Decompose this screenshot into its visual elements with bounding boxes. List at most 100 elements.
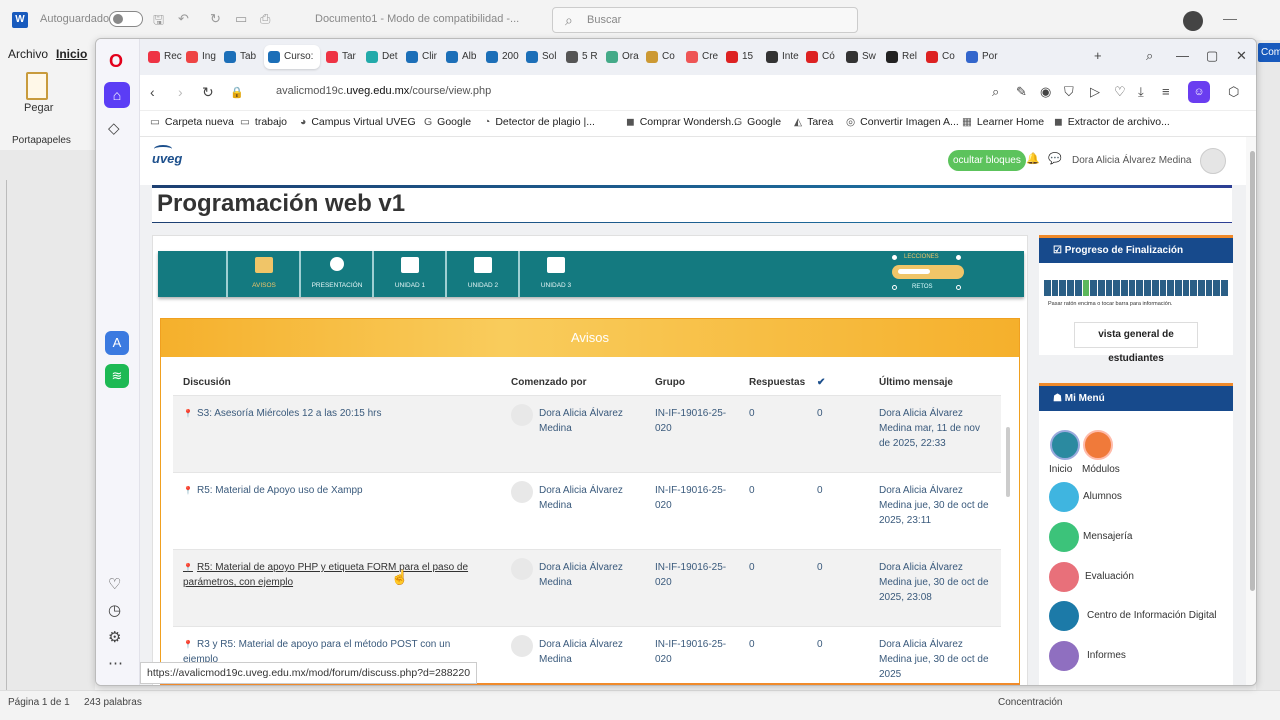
author-name[interactable]: Dora Alicia Álvarez Medina [539, 406, 649, 436]
edit-icon[interactable]: ✎ [1016, 84, 1027, 100]
menu-archivo[interactable]: Archivo [8, 47, 48, 61]
browser-tab[interactable]: Cre [682, 45, 720, 69]
shield-icon[interactable]: ⛉ [1064, 84, 1074, 100]
browser-tab[interactable]: Sol [522, 45, 560, 69]
col-ultimo[interactable]: Último mensaje [879, 377, 953, 388]
home-icon[interactable]: ⌂ [104, 82, 130, 108]
col-comenzado[interactable]: Comenzado por [511, 377, 587, 388]
table-row[interactable]: R5: Material de apoyo PHP y etiqueta FOR… [173, 549, 1001, 626]
browser-tab[interactable]: Det [362, 45, 400, 69]
bookmark-item[interactable]: ◔ Detector de plagio |... [484, 116, 595, 128]
progress-segment[interactable] [1082, 280, 1090, 296]
author-name[interactable]: Dora Alicia Álvarez Medina [539, 560, 649, 590]
hide-blocks-button[interactable]: ocultar bloques [948, 150, 1026, 171]
last-post[interactable]: Dora Alicia Álvarez Medina jue, 30 de oc… [879, 560, 991, 605]
progress-segment[interactable] [1097, 280, 1105, 296]
uveg-logo[interactable]: uveg [152, 145, 182, 166]
back-icon[interactable]: ‹ [150, 84, 155, 100]
progress-bar[interactable] [1044, 280, 1229, 296]
progress-segment[interactable] [1074, 280, 1082, 296]
menu-centro[interactable]: Centro de Información Digital [1087, 610, 1217, 621]
progress-segment[interactable] [1105, 280, 1113, 296]
extensions-icon[interactable]: ⬡ [1228, 84, 1239, 100]
progress-segment[interactable] [1167, 280, 1174, 296]
play-icon[interactable]: ▷ [1090, 84, 1100, 100]
menu-inicio[interactable]: Inicio [56, 47, 87, 61]
download-icon[interactable]: ⤓ [1138, 84, 1144, 100]
bookmark-item[interactable]: ◕ Campus Virtual UVEG [300, 116, 416, 128]
paste-label[interactable]: Pegar [24, 102, 53, 114]
discussion-link[interactable]: R5: Material de Apoyo uso de Xampp [183, 483, 473, 498]
browser-tab[interactable]: Tar [322, 45, 360, 69]
browser-tab[interactable]: Ing [182, 45, 220, 69]
minimize-icon[interactable]: — [1176, 48, 1189, 63]
autosave-toggle[interactable] [109, 11, 143, 27]
table-scrollbar[interactable] [1003, 367, 1013, 679]
messages-icon[interactable]: 💬 [1048, 152, 1062, 165]
browser-tab[interactable]: Curso: [264, 45, 320, 69]
bookmark-item[interactable]: ▭ trabajo [240, 116, 287, 128]
redo-icon[interactable]: ↻ [210, 11, 221, 27]
app-store-icon[interactable]: A [105, 331, 129, 355]
bookmark-item[interactable]: ▦ Learner Home [962, 116, 1044, 128]
undo-icon[interactable]: ↶ [178, 11, 189, 27]
nav-presentacion[interactable]: PRESENTACIÓN [299, 251, 371, 297]
browser-tab[interactable]: Tab [220, 45, 258, 69]
minimize-icon[interactable]: — [1223, 10, 1237, 26]
inicio-icon[interactable] [1050, 430, 1080, 460]
author-name[interactable]: Dora Alicia Álvarez Medina [539, 637, 649, 667]
browser-tab[interactable]: Rec [144, 45, 182, 69]
informes-icon[interactable] [1049, 641, 1079, 671]
bookmark-item[interactable]: ◎ Convertir Imagen A... [846, 116, 959, 128]
bookmark-item[interactable]: ▭ Carpeta nueva [150, 116, 234, 128]
browser-tab[interactable]: Co [922, 45, 960, 69]
progress-segment[interactable] [1221, 280, 1228, 296]
discussion-link[interactable]: S3: Asesoría Miércoles 12 a las 20:15 hr… [183, 406, 473, 421]
col-respuestas[interactable]: Respuestas [749, 377, 805, 388]
menu-informes[interactable]: Informes [1087, 650, 1126, 661]
progress-segment[interactable] [1136, 280, 1144, 296]
progress-segment[interactable] [1044, 280, 1051, 296]
progress-segment[interactable] [1190, 280, 1198, 296]
forward-icon[interactable]: › [178, 84, 183, 100]
close-icon[interactable]: ✕ [1236, 48, 1247, 64]
bookmark-item[interactable]: G Google [734, 116, 781, 128]
browser-tab[interactable]: Rel [882, 45, 920, 69]
camera-icon[interactable]: ◉ [1040, 84, 1051, 100]
menu-mensajeria[interactable]: Mensajería [1083, 531, 1132, 542]
focus-mode[interactable]: Concentración [998, 697, 1062, 708]
col-check[interactable]: ✔ [817, 377, 825, 388]
centro-icon[interactable] [1049, 601, 1079, 631]
favorite-icon[interactable]: ♡ [1114, 84, 1126, 100]
browser-tab[interactable]: Inte [762, 45, 800, 69]
nav-unidad-1[interactable]: UNIDAD 1 [372, 251, 444, 297]
progress-segment[interactable] [1174, 280, 1182, 296]
lock-icon[interactable]: 🔒 [230, 86, 244, 99]
bookmark-item[interactable]: ◼ Comprar Wondersh... [626, 116, 740, 128]
progress-segment[interactable] [1067, 280, 1074, 296]
students-overview-button[interactable]: vista general de estudiantes [1074, 322, 1198, 364]
maximize-icon[interactable]: ▢ [1206, 48, 1218, 64]
browser-tab[interactable]: Alb [442, 45, 480, 69]
browser-tab[interactable]: Por [962, 45, 1000, 69]
word-search-input[interactable]: Buscar [552, 7, 858, 33]
author-name[interactable]: Dora Alicia Álvarez Medina [539, 483, 649, 513]
paste-icon[interactable] [26, 72, 48, 100]
browser-tab[interactable]: Ora [602, 45, 640, 69]
browser-tab[interactable]: Clir [402, 45, 440, 69]
profile-icon[interactable]: ☺ [1188, 81, 1210, 103]
url-field[interactable]: avalicmod19c.uveg.edu.mx/course/view.php [276, 85, 491, 97]
progress-segment[interactable] [1198, 280, 1205, 296]
menu-alumnos[interactable]: Alumnos [1083, 491, 1122, 502]
progress-segment[interactable] [1090, 280, 1097, 296]
last-post[interactable]: Dora Alicia Álvarez Medina mar, 11 de no… [879, 406, 991, 451]
progress-segment[interactable] [1144, 280, 1151, 296]
progress-segment[interactable] [1128, 280, 1136, 296]
nav-unidad-2[interactable]: UNIDAD 2 [445, 251, 517, 297]
last-post[interactable]: Dora Alicia Álvarez Medina jue, 30 de oc… [879, 483, 991, 528]
new-tab-icon[interactable]: + [1094, 48, 1102, 63]
comments-button[interactable]: Com [1258, 43, 1280, 62]
status-page[interactable]: Página 1 de 1 [8, 697, 70, 708]
settings-icon[interactable]: ⚙ [108, 628, 121, 646]
progress-segment[interactable] [1059, 280, 1067, 296]
